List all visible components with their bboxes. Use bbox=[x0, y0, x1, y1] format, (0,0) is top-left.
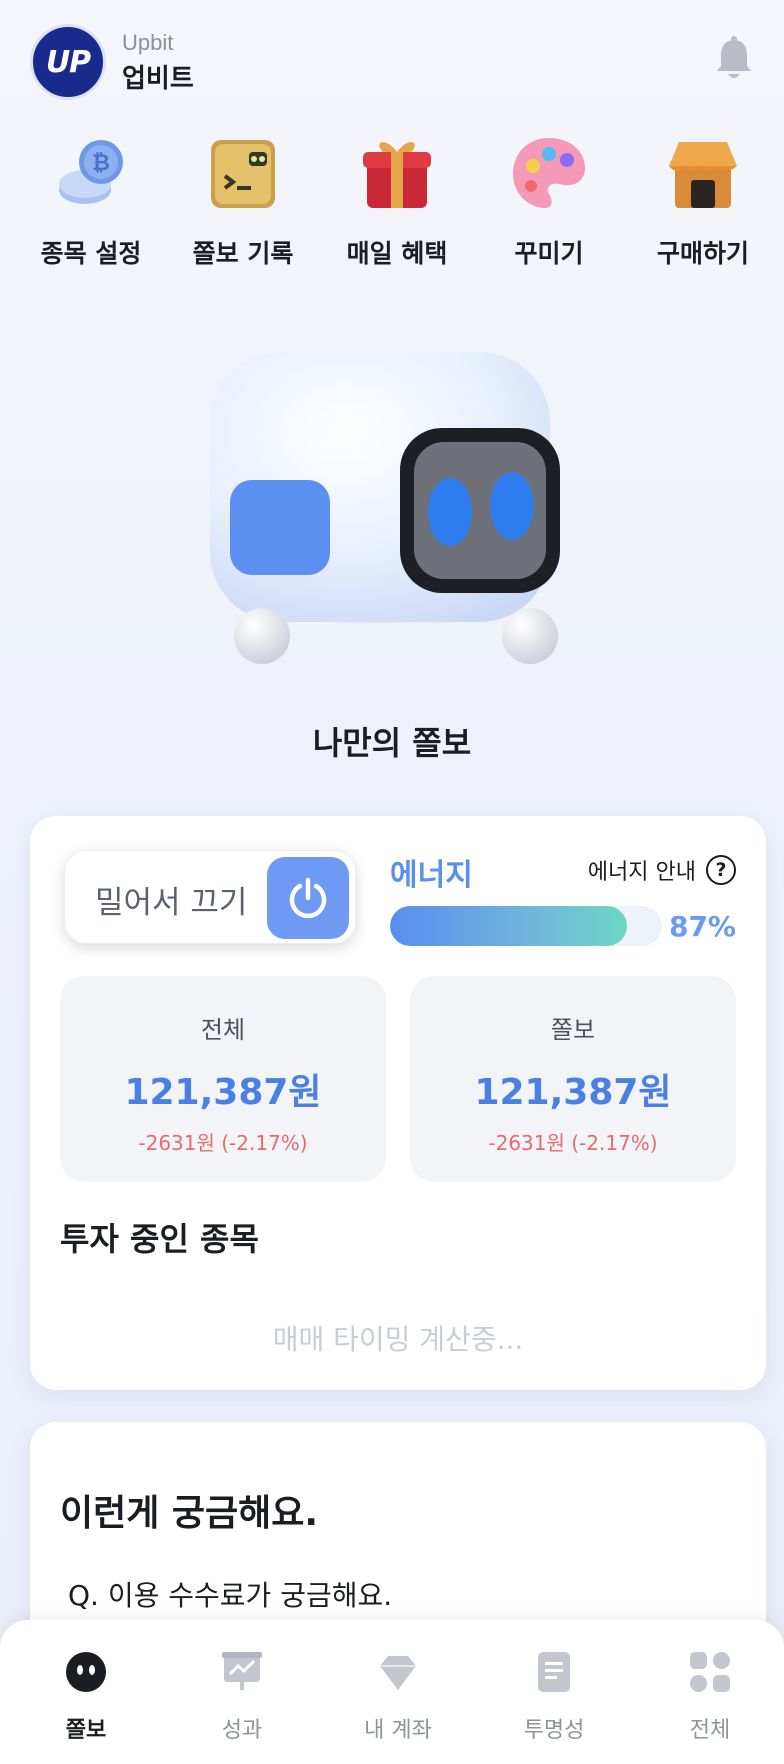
quick-label: 구매하기 bbox=[656, 239, 749, 268]
svg-text:₿: ₿ bbox=[92, 151, 110, 176]
quick-label: 쫄보 기록 bbox=[192, 239, 294, 268]
energy-guide-link[interactable]: 에너지 안내 ? bbox=[588, 854, 736, 886]
stat-value: 121,387원 bbox=[474, 1072, 672, 1113]
upbit-logo: UP bbox=[30, 24, 106, 100]
quick-menu: ₿ 종목 설정 쫄보 기록 매일 혜택 꾸미기 구매하기 bbox=[0, 132, 784, 268]
energy-guide-text: 에너지 안내 bbox=[587, 860, 696, 885]
nav-all[interactable]: 전체 bbox=[650, 1650, 770, 1744]
brand-block: Upbit 업비트 bbox=[122, 30, 194, 95]
energy-bar-fill bbox=[390, 906, 627, 946]
bottom-nav: 쫄보 성과 내 계좌 투명성 전체 bbox=[0, 1620, 784, 1764]
nav-my-account[interactable]: 내 계좌 bbox=[338, 1650, 458, 1744]
bot-face-icon bbox=[66, 1652, 106, 1692]
bell-icon[interactable] bbox=[714, 36, 754, 84]
investing-status: 매매 타이밍 계산중... bbox=[272, 1323, 524, 1356]
logo-text: UP bbox=[45, 44, 91, 80]
grid-icon bbox=[690, 1652, 730, 1692]
nav-label: 성과 bbox=[221, 1718, 263, 1743]
record-box-icon bbox=[211, 140, 275, 208]
bot-asset-box: 쫄보 121,387원 -2631원 (-2.17%) bbox=[410, 976, 736, 1182]
app-header: UP Upbit 업비트 bbox=[30, 24, 754, 102]
palette-icon bbox=[513, 138, 585, 208]
brand-name-en: Upbit bbox=[122, 30, 174, 55]
stat-change: -2631원 (-2.17%) bbox=[488, 1131, 658, 1155]
slide-text: 밀어서 끄기 bbox=[95, 885, 248, 921]
document-icon bbox=[538, 1652, 570, 1692]
investing-title: 투자 중인 종목 bbox=[60, 1220, 259, 1258]
nav-transparency[interactable]: 투명성 bbox=[494, 1650, 614, 1744]
slide-to-turn-off[interactable]: 밀어서 끄기 bbox=[64, 850, 356, 944]
nav-label: 전체 bbox=[689, 1718, 731, 1743]
brand-name-ko: 업비트 bbox=[122, 64, 194, 94]
stat-value: 121,387원 bbox=[124, 1072, 322, 1113]
chart-board-icon bbox=[222, 1652, 262, 1690]
bot-character bbox=[210, 352, 560, 664]
shop-icon bbox=[669, 142, 737, 208]
nav-label: 내 계좌 bbox=[364, 1718, 432, 1743]
nav-bot[interactable]: 쫄보 bbox=[26, 1650, 146, 1744]
nav-label: 투명성 bbox=[523, 1718, 585, 1743]
quick-label: 매일 혜택 bbox=[346, 239, 448, 268]
quick-item-purchase[interactable]: 구매하기 bbox=[628, 132, 778, 270]
quick-label: 꾸미기 bbox=[514, 239, 584, 268]
quick-item-daily-benefit[interactable]: 매일 혜택 bbox=[322, 132, 472, 270]
nav-label: 쫄보 bbox=[65, 1718, 107, 1743]
diamond-icon bbox=[380, 1656, 416, 1690]
bot-name: 나만의 쫄보 bbox=[312, 724, 472, 762]
quick-item-bot-record[interactable]: 쫄보 기록 bbox=[168, 132, 318, 270]
stat-change: -2631원 (-2.17%) bbox=[138, 1131, 308, 1155]
power-icon bbox=[289, 877, 327, 919]
energy-bar bbox=[390, 906, 662, 946]
quick-label: 종목 설정 bbox=[40, 239, 142, 268]
faq-question[interactable]: Q. 이용 수수료가 궁금해요. bbox=[68, 1574, 392, 1614]
stat-title: 전체 bbox=[200, 1016, 246, 1044]
gift-icon bbox=[363, 142, 431, 208]
coins-icon: ₿ bbox=[59, 140, 123, 204]
stat-title: 쫄보 bbox=[550, 1016, 596, 1044]
quick-item-stock-settings[interactable]: ₿ 종목 설정 bbox=[16, 132, 166, 270]
faq-title: 이런게 궁금해요. bbox=[60, 1493, 319, 1534]
total-asset-box: 전체 121,387원 -2631원 (-2.17%) bbox=[60, 976, 386, 1182]
energy-label: 에너지 bbox=[390, 858, 473, 893]
quick-item-decorate[interactable]: 꾸미기 bbox=[474, 132, 624, 270]
energy-percent: 87% bbox=[668, 910, 736, 943]
nav-performance[interactable]: 성과 bbox=[182, 1650, 302, 1744]
help-icon: ? bbox=[706, 855, 736, 885]
bot-status-card: 밀어서 끄기 에너지 에너지 안내 ? 87% 전체 121,387원 -263… bbox=[30, 816, 766, 1390]
power-button[interactable] bbox=[267, 857, 349, 939]
